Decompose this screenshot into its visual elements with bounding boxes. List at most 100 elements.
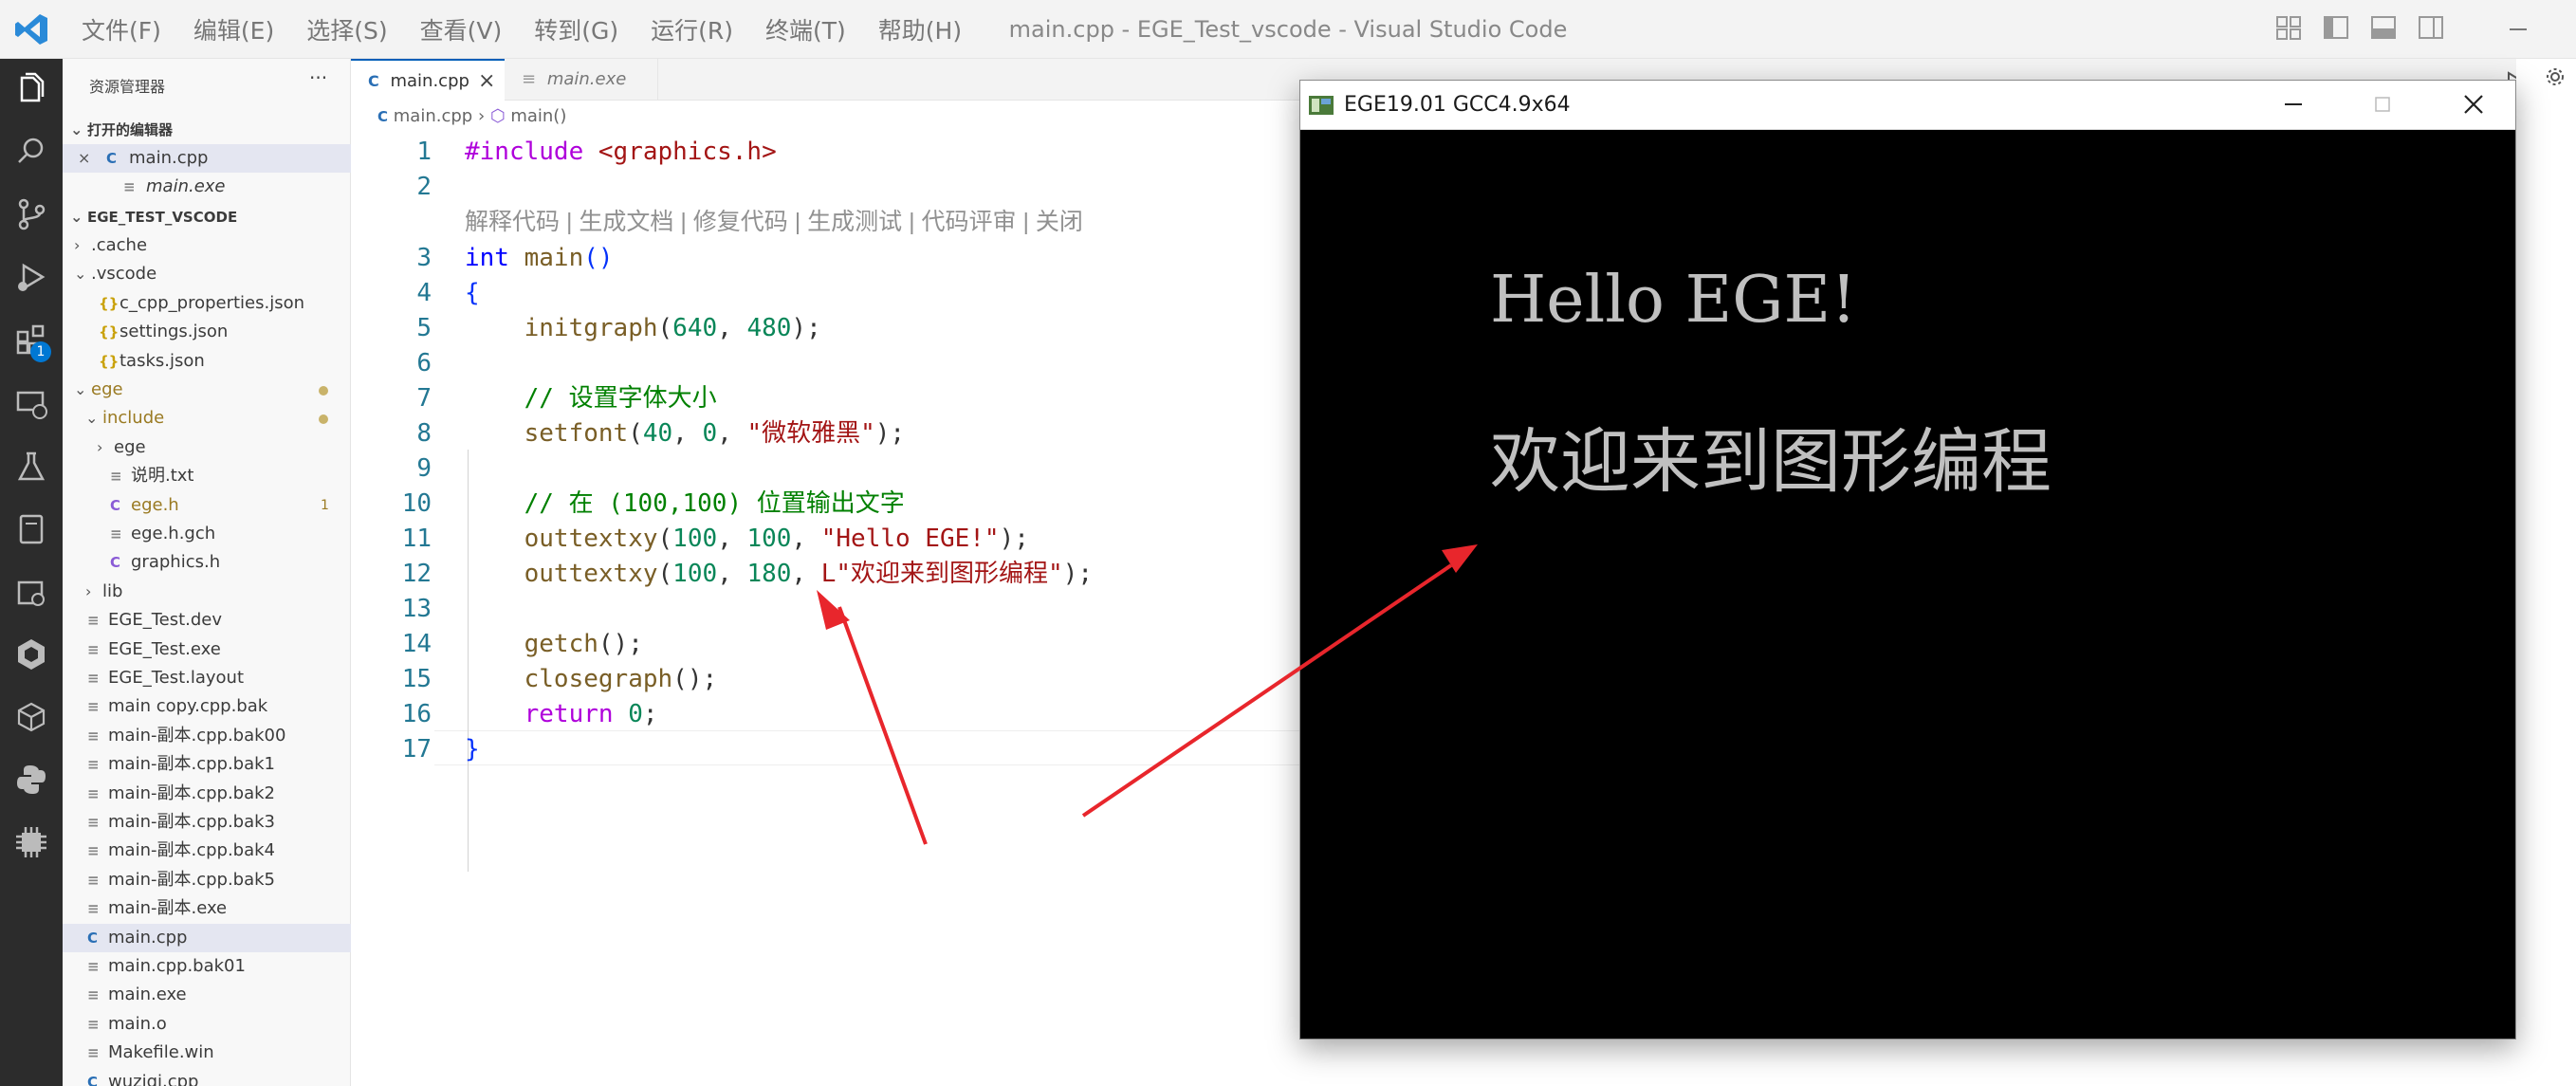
file-item[interactable]: Cgraphics.h: [63, 548, 351, 577]
file-item[interactable]: ≡ ege.h.gch: [63, 520, 351, 548]
remote-explorer-icon[interactable]: [12, 385, 50, 423]
line-number: 15: [401, 665, 432, 693]
code-token: );: [1062, 560, 1094, 588]
file-item[interactable]: ≡ Makefile.win: [63, 1039, 351, 1067]
maximize-icon[interactable]: [2368, 90, 2397, 119]
canvas-text-welcome: 欢迎来到图形编程: [1490, 421, 2052, 503]
code-token: getch: [524, 630, 598, 658]
tab-main-cpp[interactable]: C main.cpp ×: [351, 59, 505, 101]
search-icon[interactable]: [12, 132, 50, 170]
folder-item[interactable]: › .cache: [63, 231, 351, 260]
file-item[interactable]: Cmain.cpp: [63, 923, 351, 952]
file-item[interactable]: {} settings.json: [63, 318, 351, 346]
notebook-icon[interactable]: [12, 510, 50, 548]
open-editor-item[interactable]: × Cmain.cpp: [63, 144, 351, 173]
breadcrumb-file[interactable]: main.cpp: [394, 106, 472, 126]
tree-item-label: main-副本.cpp.bak2: [108, 782, 275, 803]
file-item[interactable]: ≡ main.cpp.bak01: [63, 952, 351, 981]
tree-item-label: main-副本.cpp.bak3: [108, 812, 275, 832]
file-item[interactable]: Cege.h 1: [63, 491, 351, 520]
title-bar: 文件(F) 编辑(E) 选择(S) 查看(V) 转到(G) 运行(R) 终端(T…: [0, 0, 2576, 59]
file-item[interactable]: ≡ main-副本.cpp.bak4: [63, 837, 351, 865]
vscode-logo-icon: [15, 14, 47, 45]
minimize-icon[interactable]: [2279, 90, 2308, 119]
settings-gear-icon[interactable]: [2545, 66, 2566, 87]
cpp-file-icon: C: [110, 496, 121, 514]
file-item[interactable]: Cwuziqi.cpp: [63, 1068, 351, 1086]
file-item[interactable]: ≡ main-副本.cpp.bak1: [63, 750, 351, 779]
chevron-down-icon: ⌄: [85, 409, 99, 428]
file-item[interactable]: ≡ EGE_Test.layout: [63, 664, 351, 692]
file-item[interactable]: ≡ main-副本.cpp.bak3: [63, 808, 351, 837]
source-control-icon[interactable]: [12, 195, 50, 233]
explorer-icon[interactable]: [12, 70, 50, 108]
toggle-secondary-sidebar-icon[interactable]: [2417, 13, 2445, 42]
toggle-panel-icon[interactable]: [2369, 13, 2398, 42]
file-item[interactable]: ≡ main-副本.exe: [63, 894, 351, 923]
file-item[interactable]: {} c_cpp_properties.json: [63, 289, 351, 318]
code-token: "Hello EGE!": [820, 525, 1000, 553]
code-token: ();: [672, 665, 718, 693]
folder-item[interactable]: › ege: [63, 433, 351, 462]
chevron-right-icon: ›: [85, 581, 92, 600]
code-token: L"欢迎来到图形编程": [820, 560, 1063, 588]
file-item[interactable]: ≡ main copy.cpp.bak: [63, 692, 351, 721]
section-open-editors[interactable]: ⌄ 打开的编辑器: [63, 116, 351, 144]
more-actions-button[interactable]: ···: [309, 66, 327, 89]
tree-item-label: main-副本.cpp.bak4: [108, 840, 275, 861]
copilot-icon[interactable]: [12, 635, 50, 673]
file-item[interactable]: ≡ main-副本.cpp.bak5: [63, 866, 351, 894]
folder-item[interactable]: ⌄ include: [63, 404, 351, 433]
ege-window-titlebar: EGE19.01 GCC4.9x64: [1300, 81, 2515, 130]
package-icon[interactable]: [12, 698, 50, 736]
toggle-sidebar-icon[interactable]: [2322, 13, 2350, 42]
folder-item[interactable]: ⌄ .vscode: [63, 260, 351, 288]
python-icon[interactable]: [12, 761, 50, 799]
app-window-icon: [1309, 96, 1334, 115]
close-icon[interactable]: [2459, 90, 2488, 119]
customize-layout-icon[interactable]: [2274, 13, 2303, 42]
tab-main-exe[interactable]: ≡ main.exe: [505, 59, 658, 101]
folder-item[interactable]: ⌄ ege: [63, 376, 351, 404]
run-debug-icon[interactable]: [12, 258, 50, 296]
tree-item-label: main copy.cpp.bak: [108, 696, 268, 717]
file-item[interactable]: ≡ EGE_Test.exe: [63, 635, 351, 664]
section-project[interactable]: ⌄ EGE_TEST_VSCODE: [63, 203, 351, 231]
code-token: ,: [717, 419, 747, 448]
tab-close-button[interactable]: ×: [478, 61, 495, 102]
tree-item-label: EGE_Test.layout: [108, 668, 245, 688]
menu-run[interactable]: 运行(R): [651, 12, 733, 46]
menu-view[interactable]: 查看(V): [420, 12, 503, 46]
menu-edit[interactable]: 编辑(E): [193, 12, 274, 46]
menu-selection[interactable]: 选择(S): [306, 12, 387, 46]
file-item[interactable]: ≡ main.exe: [63, 981, 351, 1009]
file-item[interactable]: ≡ 说明.txt: [63, 462, 351, 490]
tree-item-label: main-副本.exe: [108, 898, 228, 919]
file-icon: ≡: [87, 871, 100, 889]
menu-file[interactable]: 文件(F): [82, 12, 161, 46]
chip-icon[interactable]: [12, 823, 50, 861]
section-label: EGE_TEST_VSCODE: [87, 209, 238, 226]
code-token: 640: [672, 314, 718, 342]
file-item[interactable]: ≡ main-副本.cpp.bak00: [63, 722, 351, 750]
codelens-actions[interactable]: 解释代码 | 生成文档 | 修复代码 | 生成测试 | 代码评审 | 关闭: [465, 205, 1083, 239]
menu-help[interactable]: 帮助(H): [878, 12, 962, 46]
file-icon: ≡: [110, 525, 122, 543]
file-icon: ≡: [87, 814, 100, 831]
file-item[interactable]: ≡ main-副本.cpp.bak2: [63, 780, 351, 808]
minimize-icon[interactable]: [2504, 15, 2532, 44]
folder-item[interactable]: › lib: [63, 578, 351, 606]
file-item[interactable]: ≡ main.o: [63, 1010, 351, 1039]
file-icon: ≡: [87, 1015, 100, 1033]
menu-go[interactable]: 转到(G): [534, 12, 618, 46]
file-item[interactable]: {} tasks.json: [63, 347, 351, 376]
menu-terminal[interactable]: 终端(T): [765, 12, 846, 46]
code-token: closegraph: [524, 665, 673, 693]
file-item[interactable]: ≡ EGE_Test.dev: [63, 606, 351, 635]
testing-icon[interactable]: [12, 448, 50, 486]
close-icon[interactable]: ×: [78, 144, 90, 173]
open-editor-item[interactable]: ≡ main.exe: [63, 173, 351, 201]
docker-icon[interactable]: [12, 573, 50, 611]
breadcrumb-symbol[interactable]: main(): [510, 106, 566, 126]
